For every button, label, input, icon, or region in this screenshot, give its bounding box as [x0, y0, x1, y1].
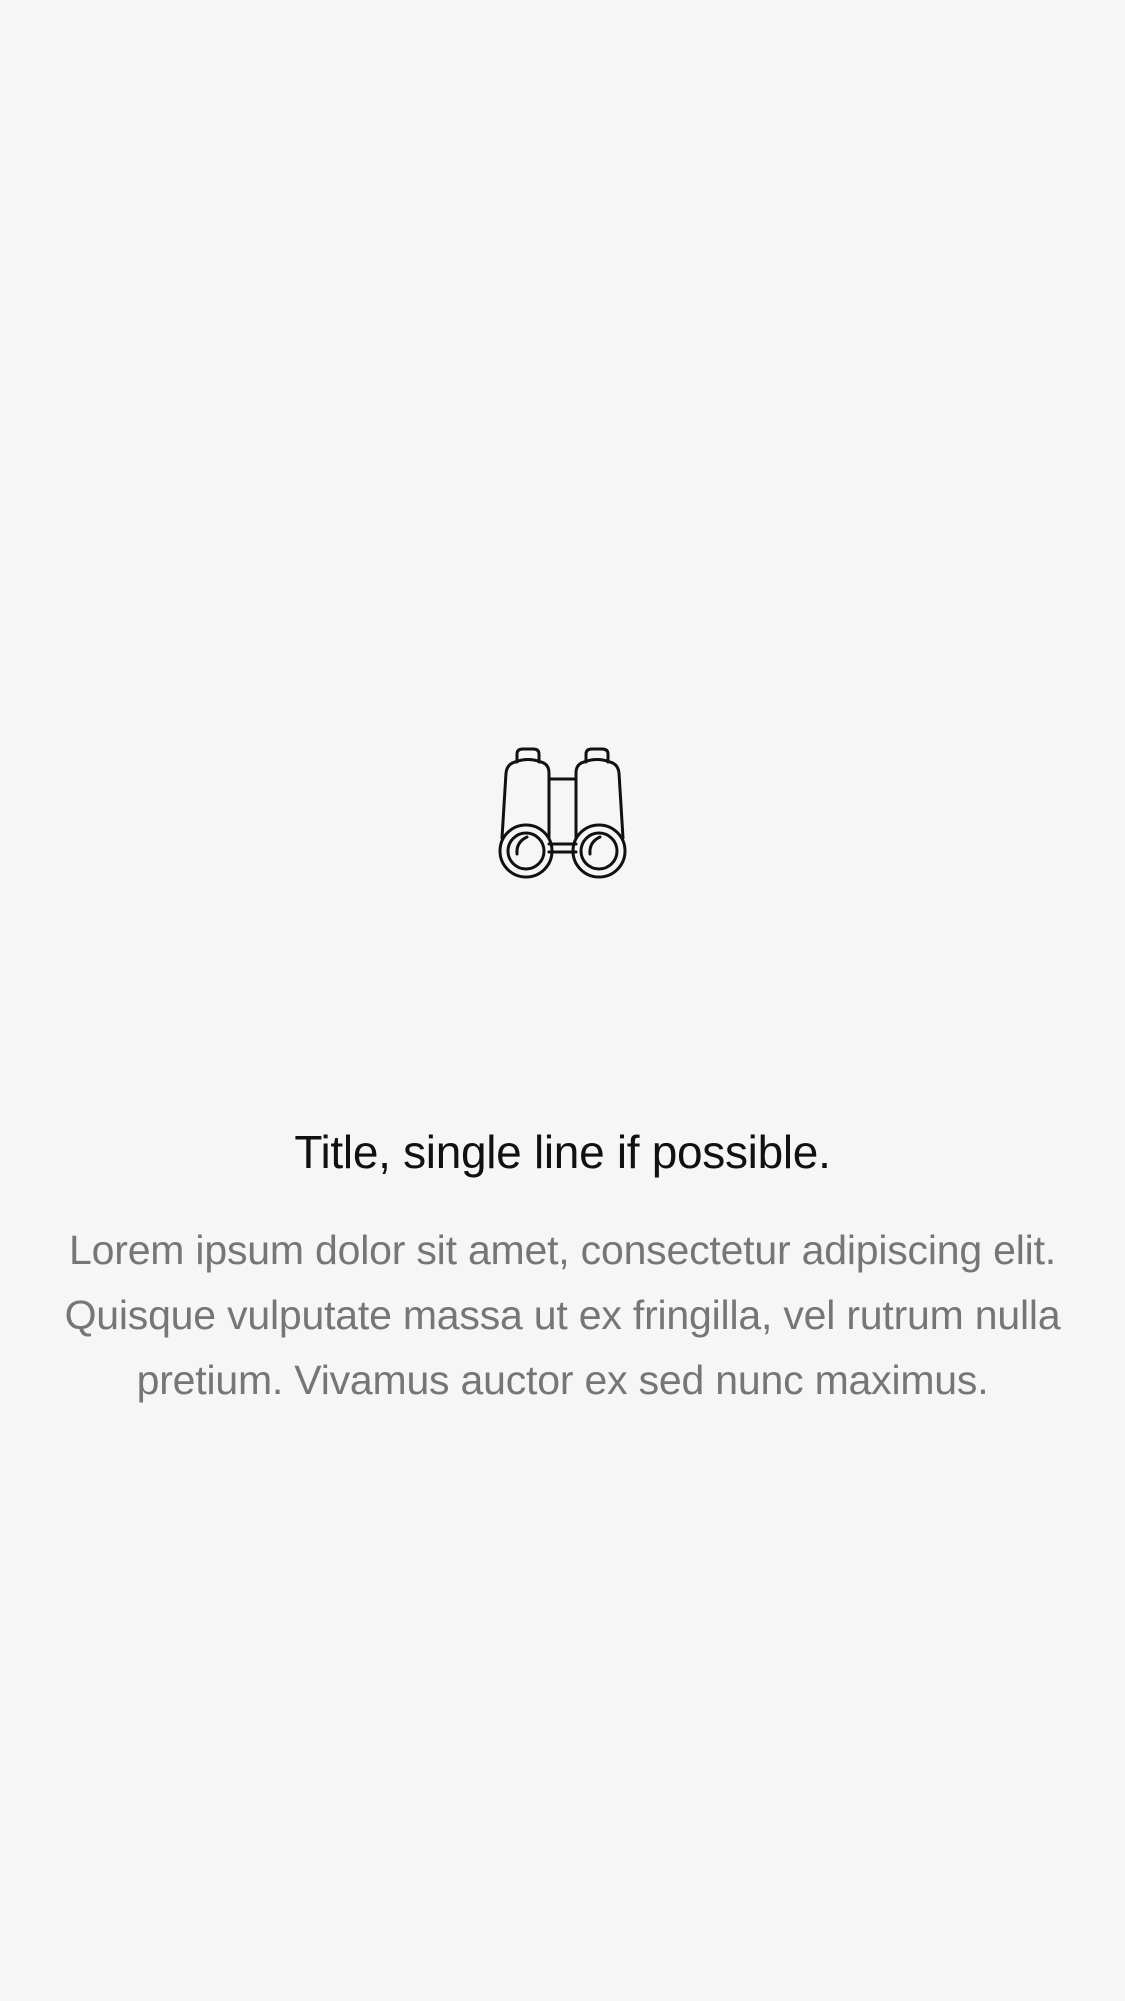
binoculars-icon — [497, 746, 628, 880]
empty-state-description: Lorem ipsum dolor sit amet, consectetur … — [64, 1227, 1061, 1403]
empty-state-screen: Title, single line if possible. Lorem ip… — [0, 0, 1125, 2001]
empty-state-title: Title, single line if possible. — [294, 1126, 831, 1178]
